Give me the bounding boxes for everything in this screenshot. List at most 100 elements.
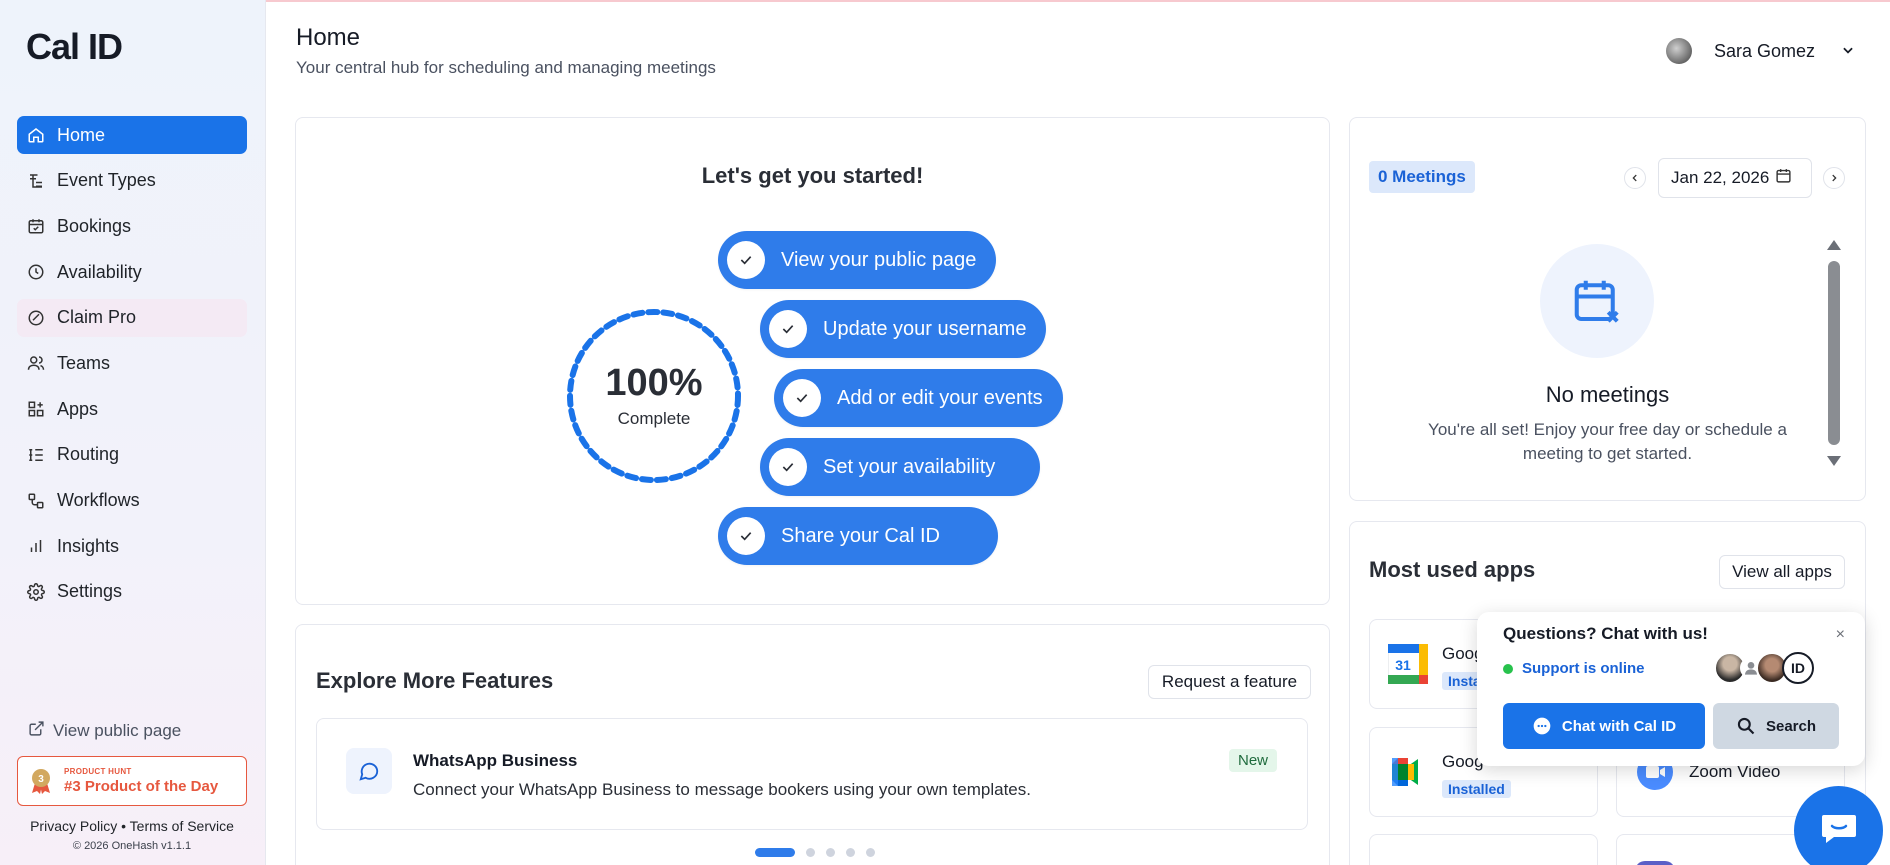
search-button-label: Search [1765,717,1817,735]
carousel-dot[interactable] [806,848,815,857]
close-icon[interactable]: × [1836,626,1845,644]
view-all-apps-button[interactable]: View all apps [1719,555,1845,589]
terms-of-service-link[interactable]: Terms of Service [130,818,234,834]
sidebar-item-label: Teams [57,352,111,373]
carousel-dot[interactable] [866,848,875,857]
home-icon [27,126,45,144]
scroll-up-arrow[interactable] [1827,240,1841,250]
online-indicator [1503,663,1513,674]
sidebar-item-claim-pro[interactable]: Claim Pro [17,298,247,337]
carousel-dot[interactable] [846,848,855,857]
list-tree-icon [27,446,45,464]
event-types-icon [27,172,45,190]
date-value: Jan 22, 2026 [1671,168,1770,187]
sidebar-item-label: Home [57,124,106,145]
support-agents: ID [1714,652,1814,684]
explore-title: Explore More Features [316,668,554,693]
step-share-cal-id[interactable]: Share your Cal ID [718,507,998,565]
request-feature-button[interactable]: Request a feature [1148,665,1311,699]
meetings-card: 0 Meetings Jan 22, 2026 No meetings You'… [1349,117,1866,501]
page-title: Home [296,24,361,51]
next-day-button[interactable] [1823,167,1845,189]
gear-icon [27,582,45,601]
sidebar-item-teams[interactable]: Teams [17,344,247,382]
sidebar-item-settings[interactable]: Settings [17,573,247,611]
sidebar-item-apps[interactable]: Apps [17,390,247,428]
meetings-count-badge: 0 Meetings [1369,161,1475,193]
sidebar-item-label: Bookings [57,215,132,236]
check-icon [727,517,765,555]
step-add-edit-events[interactable]: Add or edit your events [774,369,1063,427]
sidebar-item-insights[interactable]: Insights [17,527,247,565]
product-hunt-badge[interactable]: 3 PRODUCT HUNT #3 Product of the Day [17,756,247,806]
app-icon [1392,861,1418,865]
empty-state-text: You're all set! Enjoy your free day or s… [1428,420,1787,463]
feature-name: WhatsApp Business [413,751,578,770]
bar-chart-icon [27,537,45,555]
sidebar-item-bookings[interactable]: Bookings [17,207,247,245]
sidebar: Cal ID Home Event Types Bookings Availab… [0,0,266,865]
support-status-label: Support is online [1522,660,1645,677]
support-chat-popup: Questions? Chat with us! × Support is on… [1477,612,1865,766]
check-icon [783,379,821,417]
chat-with-cal-id-button[interactable]: Chat with Cal ID [1503,703,1705,749]
feature-description: Connect your WhatsApp Business to messag… [413,780,1031,799]
legal-separator: • [121,818,127,834]
view-public-page-link[interactable]: View public page [28,720,247,742]
legal-links: Privacy Policy • Terms of Service [17,818,247,834]
previous-day-button[interactable] [1624,167,1646,189]
product-hunt-text: PRODUCT HUNT #3 Product of the Day [64,767,218,795]
sidebar-item-event-types[interactable]: Event Types [17,162,247,200]
step-update-username[interactable]: Update your username [760,300,1047,358]
copyright: © 2026 OneHash v1.1.1 [72,840,192,852]
chat-launcher-button[interactable] [1794,786,1883,865]
sidebar-item-availability[interactable]: Availability [17,253,247,291]
scroll-down-arrow[interactable] [1827,456,1841,466]
feature-item[interactable]: WhatsApp Business Connect your WhatsApp … [316,718,1308,830]
svg-text:3: 3 [38,774,44,785]
calendar-x-icon [1540,244,1654,358]
privacy-policy-link[interactable]: Privacy Policy [30,818,117,834]
installed-badge: Installed [1442,780,1511,798]
svg-text:31: 31 [1395,657,1411,673]
carousel-dots [755,848,875,857]
cal-id-avatar: ID [1782,652,1814,684]
sidebar-item-home[interactable]: Home [17,116,247,154]
google-meet-icon [1388,752,1428,797]
message-circle-icon [346,748,392,794]
step-label: View your public page [781,248,977,271]
sidebar-item-label: Availability [57,261,142,282]
explore-features-card: Explore More Features Request a feature … [295,624,1330,865]
step-label: Share your Cal ID [781,524,940,547]
step-label: Update your username [823,317,1027,340]
carousel-dot[interactable] [755,848,795,857]
calendar-check-icon [27,217,45,235]
check-icon [727,241,765,279]
step-view-public-page[interactable]: View your public page [718,231,997,289]
support-status: Support is online [1503,660,1645,677]
sidebar-item-routing[interactable]: Routing [17,436,247,474]
user-menu[interactable]: Sara Gomez [1666,38,1855,64]
avatar [1666,38,1692,64]
medal-icon: 3 [30,768,52,794]
step-label: Add or edit your events [837,386,1043,409]
product-hunt-kicker: PRODUCT HUNT [64,767,132,776]
check-icon [769,310,807,348]
workflow-icon [27,492,45,510]
app-logo[interactable]: Cal ID [26,26,123,68]
empty-state-title: No meetings [1545,382,1670,407]
calendar-icon [1775,167,1792,189]
search-button[interactable]: Search [1713,703,1839,749]
sidebar-footer: View public page 3 PRODUCT HUNT #3 Produ… [17,720,247,852]
step-set-availability[interactable]: Set your availability [760,438,1040,496]
app-tile[interactable] [1369,834,1598,865]
sidebar-item-label: Settings [57,581,123,602]
carousel-dot[interactable] [826,848,835,857]
scrollbar-thumb[interactable] [1828,261,1840,445]
chevron-down-icon [1841,41,1855,62]
sidebar-item-workflows[interactable]: Workflows [17,482,247,520]
top-accent-line [266,0,1890,2]
progress-percent: 100% [605,362,703,404]
product-hunt-rank: #3 Product of the Day [64,778,219,795]
date-picker[interactable]: Jan 22, 2026 [1658,158,1812,198]
